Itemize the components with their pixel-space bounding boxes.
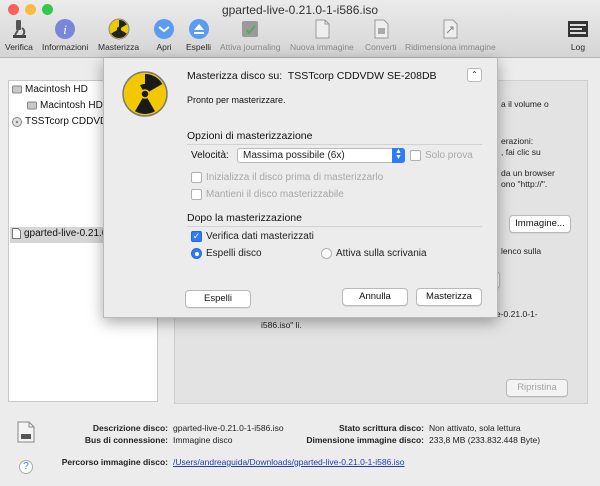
collapse-chevron-button[interactable]: ⌃ (467, 68, 482, 82)
verifica-dati-checkbox[interactable]: ✓ Verifica dati masterizzati (191, 231, 314, 242)
espelli-disco-radio[interactable]: Espelli disco (191, 248, 262, 259)
dimensione-value: 233,8 MB (233.832.448 Byte) (429, 435, 541, 445)
log-icon (568, 21, 588, 37)
journaling-icon (242, 21, 259, 37)
radiation-icon (108, 18, 130, 40)
attiva-journaling-button[interactable]: Attiva journaling (220, 18, 280, 52)
volume-icon (27, 101, 37, 110)
descrizione-value: gparted-live-0.21.0-1-i586.iso (173, 423, 284, 433)
eject-icon (188, 19, 209, 39)
checkbox-box (410, 150, 421, 161)
options-header: Opzioni di masterizzazione (187, 130, 313, 142)
disk-image-icon (12, 228, 21, 239)
log-button[interactable]: Log (567, 18, 589, 52)
optical-disc-icon (12, 116, 22, 127)
resize-image-icon (443, 19, 458, 39)
informazioni-button[interactable]: i Informazioni (42, 18, 88, 52)
stato-label: Stato scrittura disco: (338, 423, 424, 433)
bus-value: Immagine disco (173, 435, 233, 445)
chevron-updown-icon: ▲ ▼ (392, 148, 405, 163)
speed-label: Velocità: (191, 150, 229, 161)
bus-label: Bus di connessione: (84, 435, 168, 445)
checkbox-box (191, 172, 202, 183)
converti-button[interactable]: Converti (365, 18, 397, 52)
title-bar: gparted-live-0.21.0-1-i586.iso Verifica … (0, 0, 600, 58)
verifica-button[interactable]: Verifica (5, 18, 33, 52)
background-text: lenco sulla (501, 246, 542, 256)
radiation-icon (122, 71, 168, 117)
checkbox-box (191, 189, 202, 200)
descrizione-label: Descrizione disco: (92, 423, 168, 433)
convert-icon (374, 19, 389, 39)
solo-prova-checkbox[interactable]: Solo prova (410, 150, 473, 161)
help-button[interactable]: ? (19, 460, 33, 474)
ridimensiona-immagine-button[interactable]: Ridimensiona immagine (405, 18, 496, 52)
speed-select[interactable]: Massima possibile (6x) ▲ ▼ (237, 148, 405, 163)
svg-text:i: i (63, 22, 67, 37)
background-text: e-0.21.0-1- (496, 309, 538, 319)
background-text: , fai clic su (501, 147, 541, 157)
nuova-immagine-button[interactable]: Nuova immagine (290, 18, 354, 52)
espelli-button[interactable]: Espelli (185, 290, 251, 308)
background-text: ono "http://". (501, 179, 548, 189)
masterizza-button[interactable]: Masterizza (416, 288, 482, 306)
background-text: erazioni: (501, 136, 534, 146)
inizializza-checkbox[interactable]: Inizializza il disco prima di masterizza… (191, 172, 383, 183)
stato-value: Non attivato, sola lettura (429, 423, 521, 433)
sidebar-item-iso-image[interactable]: gparted-live-0.21.0 (12, 228, 107, 239)
sidebar-item-optical-drive[interactable]: TSSTcorp CDDVD (12, 116, 107, 127)
background-text: da un browser (501, 168, 555, 178)
apri-button[interactable]: Apri (153, 18, 175, 52)
percorso-label: Percorso immagine disco: (61, 457, 168, 467)
masterizza-toolbar-button[interactable]: Masterizza (98, 18, 139, 52)
immagine-button[interactable]: Immagine... (509, 215, 571, 233)
percorso-link[interactable]: /Users/andreaguida/Downloads/gparted-liv… (173, 457, 405, 467)
background-text: a il volume o (501, 99, 549, 109)
hard-drive-icon (12, 85, 22, 94)
background-text: i586.iso" li. (261, 320, 302, 330)
radio-unselected (321, 248, 332, 259)
espelli-toolbar-button[interactable]: Espelli (186, 18, 211, 52)
after-header: Dopo la masterizzazione (187, 212, 302, 224)
ripristina-button[interactable]: Ripristina (506, 379, 568, 397)
dimensione-label: Dimensione immagine disco: (306, 435, 424, 445)
status-text: Pronto per masterizzare. (187, 95, 286, 105)
checkmark-icon: ✓ (191, 231, 202, 242)
attiva-scrivania-radio[interactable]: Attiva sulla scrivania (321, 248, 427, 259)
new-image-icon (315, 19, 330, 39)
after-separator (187, 226, 482, 227)
mantieni-checkbox[interactable]: Mantieni il disco masterizzabile (191, 189, 344, 200)
sidebar-item-macintosh-hd-volume[interactable]: Macintosh HD (27, 100, 103, 111)
info-icon: i (55, 19, 76, 39)
burn-sheet: Masterizza disco su: TSSTcorp CDDVDW SE-… (103, 58, 498, 318)
options-separator (187, 144, 482, 145)
disk-open-icon (154, 19, 174, 39)
sidebar-item-macintosh-hd-drive[interactable]: Macintosh HD (12, 84, 88, 95)
microscope-icon (12, 20, 26, 38)
annulla-button[interactable]: Annulla (342, 288, 408, 306)
disk-image-large-icon (17, 421, 35, 443)
window-title: gparted-live-0.21.0-1-i586.iso (221, 3, 379, 17)
radio-selected (191, 248, 202, 259)
sheet-title: Masterizza disco su: TSSTcorp CDDVDW SE-… (187, 70, 437, 82)
chevron-up-icon: ⌃ (471, 70, 478, 79)
